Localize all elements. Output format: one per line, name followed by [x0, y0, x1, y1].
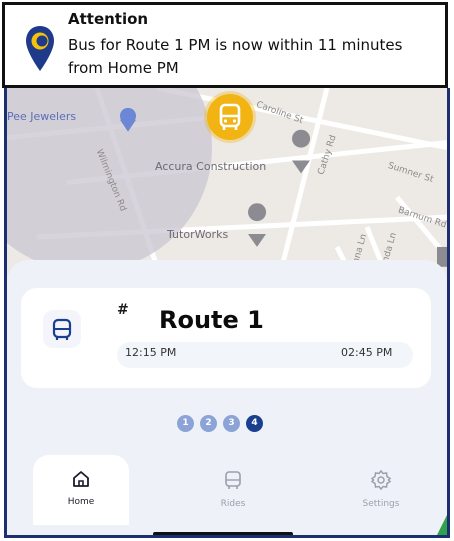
home-icon [73, 471, 89, 487]
map-place-jewelers: Pee Jewelers [7, 110, 77, 123]
tab-rides-label: Rides [220, 499, 246, 509]
map-place-accura: Accura Construction [155, 160, 267, 173]
tab-bar: Home Rides Settings [7, 455, 447, 535]
location-pin-icon [26, 26, 54, 71]
tab-home[interactable]: Home [33, 455, 129, 525]
notification-title: Attention [68, 10, 149, 28]
tab-home-label: Home [67, 497, 95, 507]
phone-screen: Pee Jewelers Accura Construction TutorWo… [4, 88, 450, 538]
corner-decoration [437, 515, 447, 535]
route-hash: # [117, 302, 129, 318]
bus-location-marker[interactable] [207, 94, 253, 140]
page-dot-4[interactable]: 4 [246, 415, 263, 432]
tab-settings-label: Settings [362, 499, 400, 509]
route-start-time: 12:15 PM [125, 346, 177, 359]
route-end-time: 02:45 PM [341, 346, 393, 359]
page-dot-2[interactable]: 2 [200, 415, 217, 432]
home-indicator-bar [153, 532, 293, 535]
page-dot-3[interactable]: 3 [223, 415, 240, 432]
route-bus-icon [43, 310, 81, 348]
notification-message: Bus for Route 1 PM is now within 11 minu… [68, 36, 403, 77]
page-indicator: 1234 [177, 410, 269, 432]
tab-rides[interactable]: Rides [185, 455, 281, 525]
map-place-tutorworks: TutorWorks [167, 228, 229, 241]
bus-icon [225, 471, 241, 489]
bus-icon [219, 103, 241, 130]
tab-settings[interactable]: Settings [333, 455, 429, 525]
route-card[interactable]: # Route 1 12:15 PM 02:45 PM [21, 288, 431, 388]
route-title: Route 1 [159, 306, 264, 334]
page-dot-1[interactable]: 1 [177, 415, 194, 432]
notification-banner[interactable]: Attention Bus for Route 1 PM is now with… [2, 2, 448, 88]
gear-icon [370, 469, 392, 491]
